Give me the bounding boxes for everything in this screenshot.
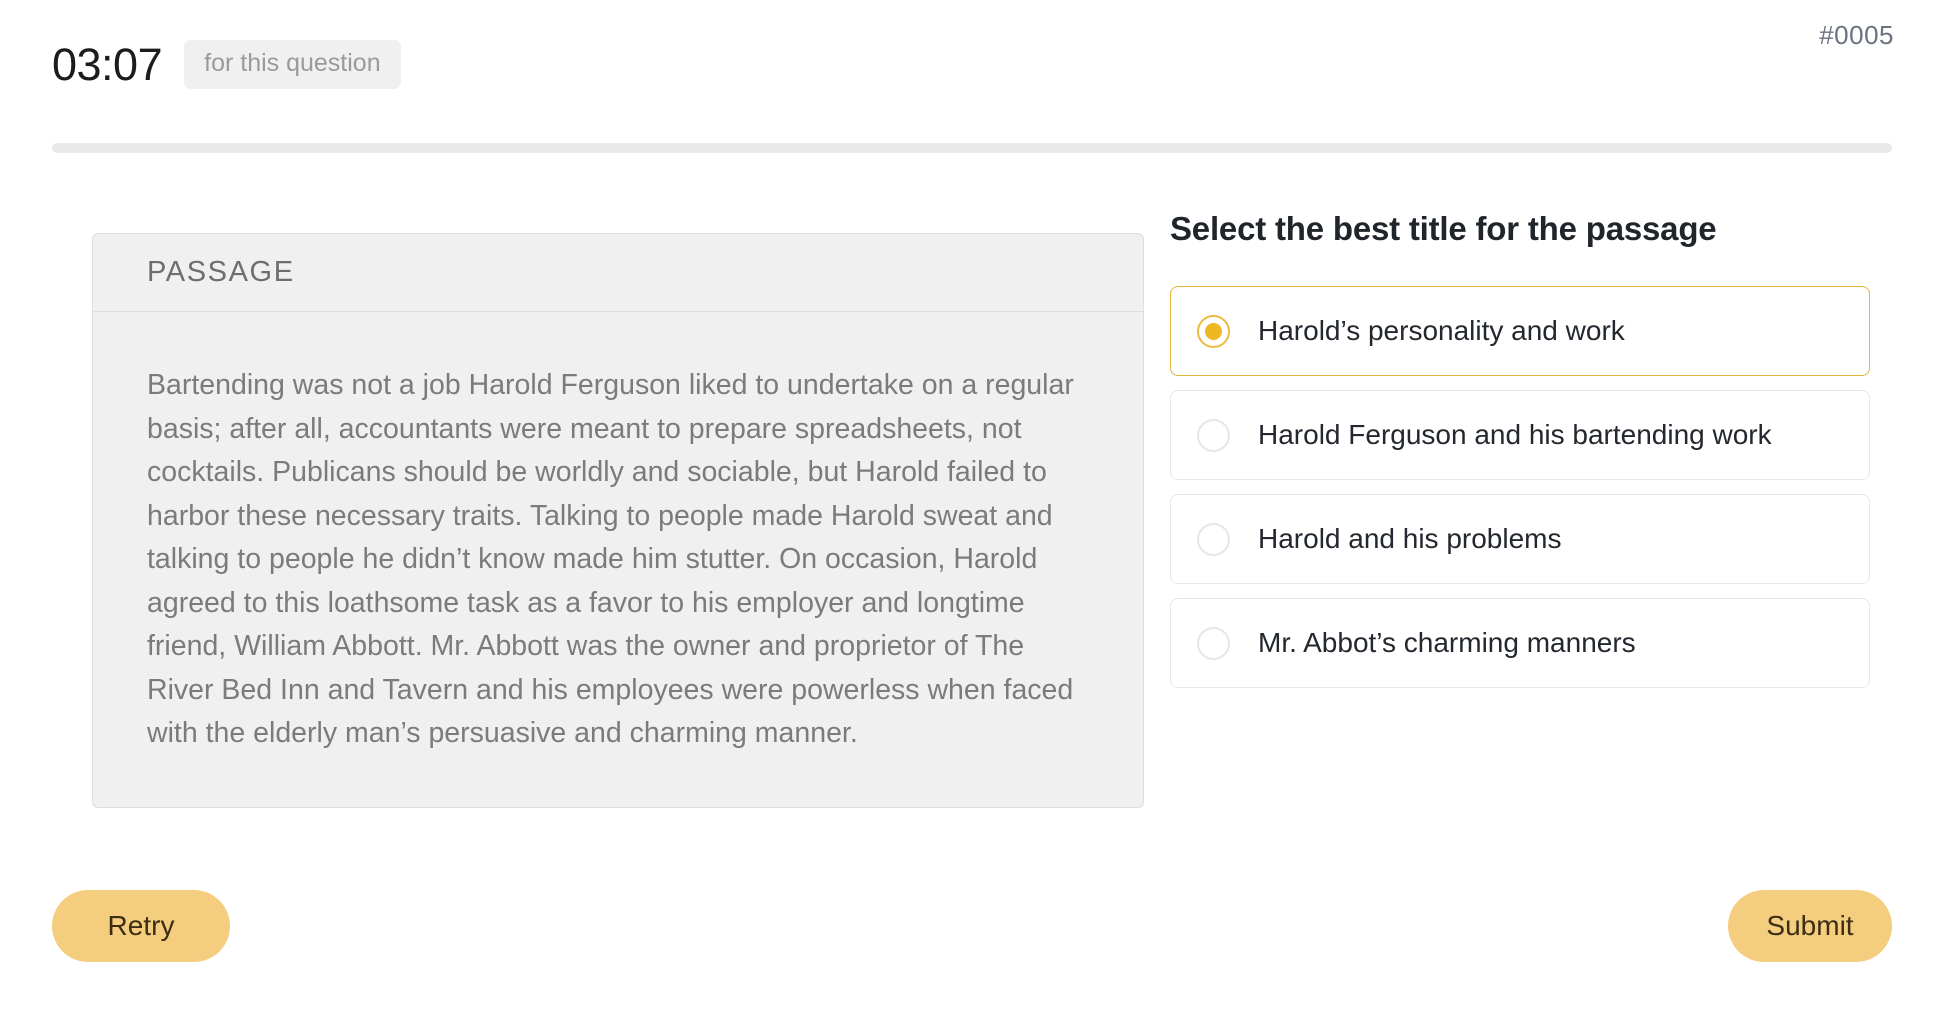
question-number: #0005 bbox=[1819, 20, 1894, 50]
timer-group: 03:07 for this question bbox=[52, 40, 401, 89]
answer-option-label: Harold and his problems bbox=[1258, 523, 1562, 554]
passage-label: PASSAGE bbox=[147, 256, 295, 288]
timer-scope-badge: for this question bbox=[184, 40, 401, 89]
quiz-body: PASSAGE Bartending was not a job Harold … bbox=[0, 150, 1942, 1020]
question-prompt: Select the best title for the passage bbox=[1170, 210, 1717, 247]
passage-card-header: PASSAGE bbox=[93, 234, 1143, 312]
radio-button-icon[interactable] bbox=[1197, 626, 1230, 660]
answer-option[interactable]: Harold Ferguson and his bartending work bbox=[1170, 390, 1870, 480]
quiz-header: 03:07 for this question #0005 bbox=[0, 0, 1942, 153]
retry-button[interactable]: Retry bbox=[52, 890, 230, 962]
answer-option[interactable]: Harold’s personality and work bbox=[1170, 286, 1870, 376]
passage-card: PASSAGE Bartending was not a job Harold … bbox=[92, 233, 1144, 808]
question-column: Select the best title for the passage Ha… bbox=[1170, 210, 1870, 688]
answer-option-label: Mr. Abbot’s charming manners bbox=[1258, 627, 1636, 658]
answer-option[interactable]: Mr. Abbot’s charming manners bbox=[1170, 598, 1870, 688]
radio-button-icon[interactable] bbox=[1197, 522, 1230, 556]
answer-option[interactable]: Harold and his problems bbox=[1170, 494, 1870, 584]
passage-text: Bartending was not a job Harold Ferguson… bbox=[147, 369, 1074, 749]
radio-button-icon[interactable] bbox=[1197, 418, 1230, 452]
radio-button-icon[interactable] bbox=[1197, 314, 1230, 348]
answer-option-label: Harold’s personality and work bbox=[1258, 315, 1625, 346]
submit-button[interactable]: Submit bbox=[1728, 890, 1892, 962]
countdown-timer: 03:07 bbox=[52, 39, 163, 90]
answer-options-list: Harold’s personality and work Harold Fer… bbox=[1170, 286, 1870, 688]
answer-option-label: Harold Ferguson and his bartending work bbox=[1258, 419, 1772, 450]
